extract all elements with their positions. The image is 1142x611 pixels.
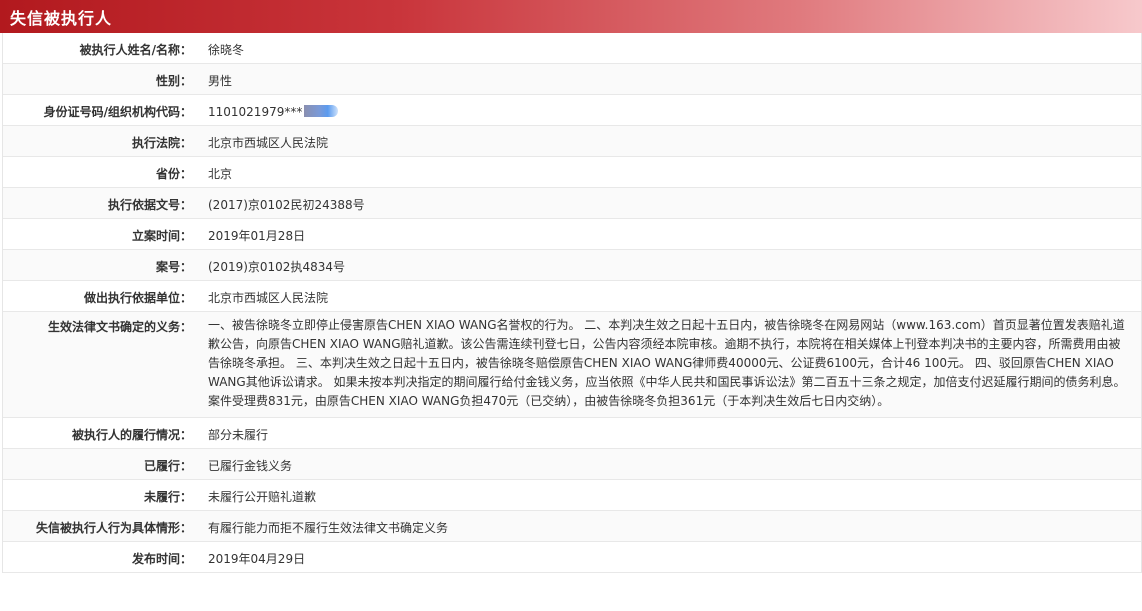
field-value: 北京 — [208, 167, 233, 181]
redaction-mask — [304, 105, 339, 117]
field-value: 2019年01月28日 — [208, 229, 306, 243]
table-row-filing-date: 立案时间： 2019年01月28日 — [3, 219, 1141, 250]
field-label: 未履行： — [143, 490, 192, 504]
table-row-issuing-unit: 做出执行依据单位： 北京市西城区人民法院 — [3, 281, 1141, 312]
field-value: 已履行金钱义务 — [208, 459, 293, 473]
table-row-publish-date: 发布时间： 2019年04月29日 — [3, 542, 1141, 573]
field-value: 有履行能力而拒不履行生效法律文书确定义务 — [208, 521, 449, 535]
field-value: 未履行公开赔礼道歉 — [208, 490, 317, 504]
field-value: 部分未履行 — [208, 428, 269, 442]
field-value: 徐晓冬 — [208, 43, 245, 57]
field-value: 2019年04月29日 — [208, 552, 306, 566]
table-row-unperformed: 未履行： 未履行公开赔礼道歉 — [3, 480, 1141, 511]
field-label: 失信被执行人行为具体情形： — [35, 521, 192, 535]
field-value: 一、被告徐晓冬立即停止侵害原告CHEN XIAO WANG名誉权的行为。 二、本… — [208, 318, 1126, 408]
field-label: 执行依据文号： — [107, 198, 192, 212]
field-label: 被执行人姓名/名称： — [79, 43, 192, 57]
field-value: (2017)京0102民初24388号 — [208, 198, 365, 212]
section-title: 失信被执行人 — [10, 8, 113, 28]
field-label: 生效法律文书确定的义务： — [47, 320, 192, 334]
field-label: 被执行人的履行情况： — [71, 428, 192, 442]
table-row-gender: 性别： 男性 — [3, 64, 1141, 95]
field-label: 立案时间： — [131, 229, 192, 243]
table-row-case-number: 案号： (2019)京0102执4834号 — [3, 250, 1141, 281]
section-header: 失信被执行人 — [0, 0, 1142, 33]
table-row-id-number: 身份证号码/组织机构代码： 1101021979*** — [3, 95, 1141, 126]
table-row-performance: 被执行人的履行情况： 部分未履行 — [3, 418, 1141, 449]
field-label: 发布时间： — [131, 552, 192, 566]
table-row-court: 执行法院： 北京市西城区人民法院 — [3, 126, 1141, 157]
field-label: 已履行： — [143, 459, 192, 473]
info-table: 被执行人姓名/名称： 徐晓冬 性别： 男性 身份证号码/组织机构代码： 1101… — [2, 33, 1142, 573]
field-label: 做出执行依据单位： — [83, 291, 192, 305]
field-label: 执行法院： — [131, 136, 192, 150]
table-row-province: 省份： 北京 — [3, 157, 1141, 188]
field-value-wrap: 1101021979*** — [198, 95, 1141, 125]
table-row-name: 被执行人姓名/名称： 徐晓冬 — [3, 33, 1141, 64]
field-label: 省份： — [155, 167, 192, 181]
field-label: 案号： — [155, 260, 192, 274]
field-value: 北京市西城区人民法院 — [208, 136, 329, 150]
table-row-obligations: 生效法律文书确定的义务： 一、被告徐晓冬立即停止侵害原告CHEN XIAO WA… — [3, 312, 1141, 418]
field-value: 北京市西城区人民法院 — [208, 291, 329, 305]
field-value: 男性 — [208, 74, 233, 88]
id-number-value: 1101021979*** — [208, 105, 303, 119]
table-row-basis-doc: 执行依据文号： (2017)京0102民初24388号 — [3, 188, 1141, 219]
field-value: (2019)京0102执4834号 — [208, 260, 345, 274]
table-row-performed: 已履行： 已履行金钱义务 — [3, 449, 1141, 480]
field-label: 性别： — [155, 74, 192, 88]
table-row-dishonest-behavior: 失信被执行人行为具体情形： 有履行能力而拒不履行生效法律文书确定义务 — [3, 511, 1141, 542]
field-label: 身份证号码/组织机构代码： — [43, 105, 192, 119]
